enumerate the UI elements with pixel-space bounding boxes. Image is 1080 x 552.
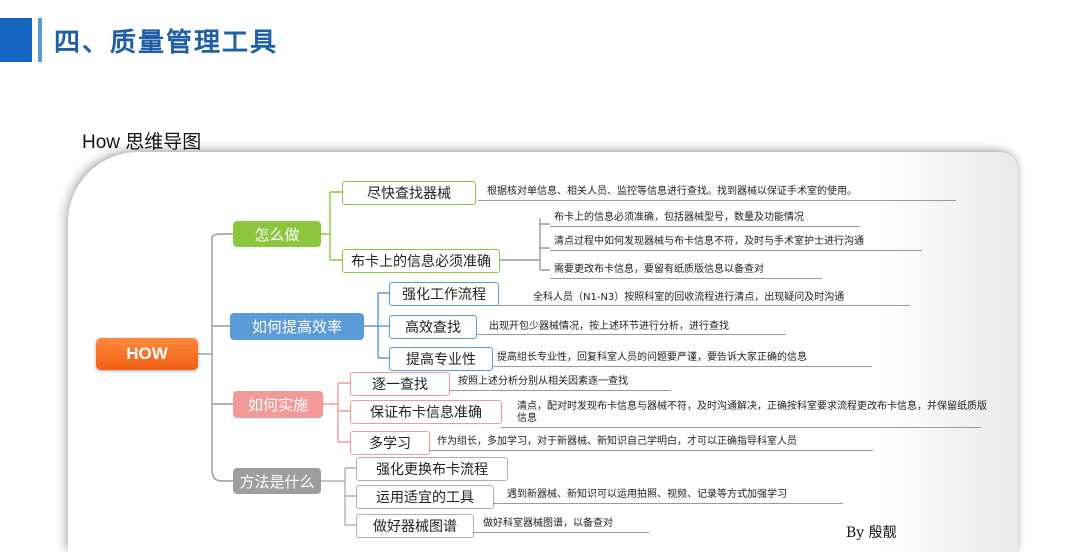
node-card-info-accurate: 布卡上的信息必须准确 bbox=[342, 249, 500, 273]
node-learn-more: 多学习 bbox=[350, 431, 430, 455]
detail-card-info-1: 布卡上的信息必须准确，包括器械型号，数量及功能情况 bbox=[554, 212, 804, 223]
trunk-to-branch-1 bbox=[211, 233, 233, 239]
detail-underline bbox=[493, 503, 843, 504]
branch-methods: 方法是什么 bbox=[233, 468, 321, 494]
detail-underline bbox=[550, 250, 922, 251]
detail-underline bbox=[498, 305, 910, 306]
branch-3-connector bbox=[323, 382, 350, 443]
node-find-instruments: 尽快查找器械 bbox=[342, 181, 476, 205]
node-2-detail-bracket bbox=[498, 218, 550, 271]
node-strengthen-workflow: 强化工作流程 bbox=[389, 282, 499, 306]
mindmap-connectors bbox=[198, 191, 550, 526]
detail-search-one-by-one: 按照上述分析分别从相关因素逐一查找 bbox=[458, 376, 628, 387]
branch-how-to-do: 怎么做 bbox=[233, 221, 321, 247]
detail-underline bbox=[550, 278, 822, 279]
branch-implementation: 如何实施 bbox=[233, 391, 323, 418]
detail-underline bbox=[476, 334, 786, 335]
author-credit: By 殷靓 bbox=[846, 525, 897, 541]
detail-underline bbox=[550, 226, 860, 227]
node-efficient-search: 高效查找 bbox=[389, 315, 477, 339]
detail-use-tools: 遇到新器械、新知识可以运用拍照、视频、记录等方式加强学习 bbox=[507, 489, 787, 500]
detail-underline bbox=[492, 366, 872, 367]
node-ensure-card-accuracy: 保证布卡信息准确 bbox=[350, 400, 502, 424]
node-search-one-by-one: 逐一查找 bbox=[350, 372, 450, 396]
node-strengthen-card-replacement: 强化更换布卡流程 bbox=[356, 457, 508, 481]
branch-2-connector bbox=[364, 292, 389, 359]
detail-find-instruments: 根据核对单信息、相关人员、监控等信息进行查找。找到器械以保证手术室的使用。 bbox=[487, 186, 857, 197]
detail-instrument-atlas: 做好科室器械图谱，以备查对 bbox=[483, 518, 613, 529]
branch-improve-efficiency: 如何提高效率 bbox=[230, 313, 364, 340]
branch-1-connector bbox=[321, 191, 342, 261]
detail-underline bbox=[449, 390, 671, 391]
detail-underline bbox=[501, 427, 981, 428]
detail-efficient-search: 出现开包少器械情况，按上述环节进行分析，进行查找 bbox=[489, 321, 729, 332]
node-professionalism: 提高专业性 bbox=[389, 347, 493, 371]
detail-underline bbox=[429, 450, 873, 451]
root-node: HOW bbox=[96, 338, 198, 370]
trunk-to-branch-4 bbox=[211, 469, 233, 482]
detail-underline bbox=[478, 200, 956, 201]
detail-card-info-2: 清点过程中如何发现器械与布卡信息不符，及时与手术室护士进行沟通 bbox=[554, 236, 864, 247]
node-instrument-atlas: 做好器械图谱 bbox=[356, 514, 474, 538]
node-use-tools: 运用适宜的工具 bbox=[356, 485, 494, 509]
branch-4-connector bbox=[321, 467, 356, 526]
detail-card-info-3: 需要更改布卡信息，要留有纸质版信息以备查对 bbox=[554, 264, 764, 275]
detail-strengthen-workflow: 全科人员（N1-N3）按照科室的回收流程进行清点，出现疑问及时沟通 bbox=[533, 292, 845, 303]
detail-professionalism: 提高组长专业性，回复科室人员的问题要严谨，要告诉大家正确的信息 bbox=[497, 352, 807, 363]
detail-learn-more: 作为组长，多加学习，对于新器械、新知识自己学明白，才可以正确指导科室人员 bbox=[437, 436, 797, 447]
detail-ensure-card-accuracy: 清点，配对时发现布卡信息与器械不符，及时沟通解决，正确按科室要求流程更改布卡信息… bbox=[517, 401, 987, 424]
detail-underline bbox=[473, 532, 649, 533]
